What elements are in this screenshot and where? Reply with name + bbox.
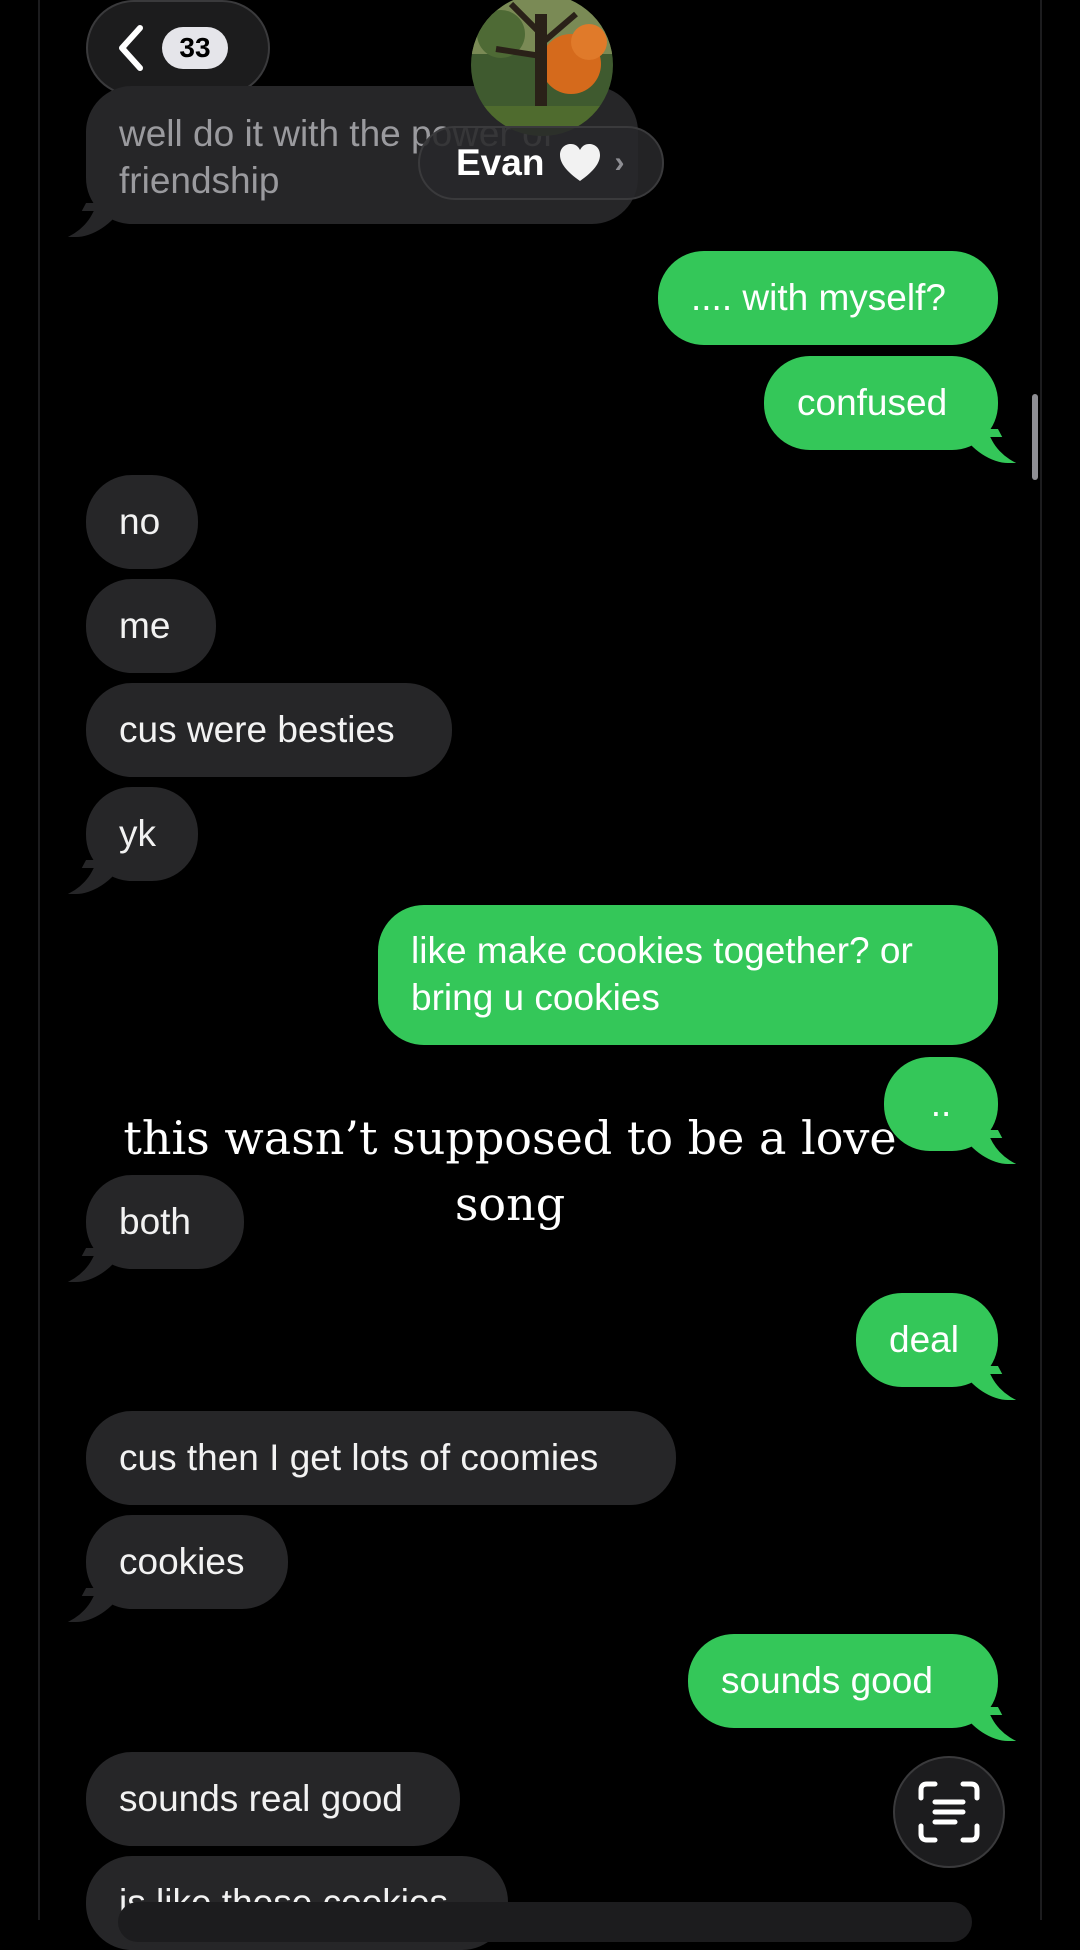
message-text: confused <box>797 382 948 423</box>
bottom-input-bar[interactable] <box>118 1902 972 1942</box>
overlay-caption: this wasn’t supposed to be a love song <box>123 1111 897 1231</box>
message-text: .... with myself? <box>691 277 946 318</box>
bubble-tail <box>959 1366 1017 1400</box>
bubble-tail <box>67 860 125 894</box>
live-text-icon <box>918 1781 980 1843</box>
bubble-tail <box>67 1248 125 1282</box>
message-text: cookies <box>119 1541 245 1582</box>
contact-avatar[interactable] <box>471 0 613 136</box>
message-incoming[interactable]: cus were besties <box>86 683 452 777</box>
message-outgoing[interactable]: .... with myself? <box>658 251 998 345</box>
white-heart-icon <box>560 144 601 181</box>
message-text: me <box>119 605 171 646</box>
contact-name-button[interactable]: Evan › <box>418 126 664 200</box>
message-text: no <box>119 501 161 542</box>
bubble-tail <box>959 1707 1017 1741</box>
message-incoming[interactable]: cus then I get lots of coomies <box>86 1411 676 1505</box>
chevron-right-icon: › <box>614 146 625 179</box>
message-incoming[interactable]: cookies <box>67 1515 288 1622</box>
unread-count-badge: 33 <box>162 27 228 69</box>
bubble-tail <box>67 203 125 237</box>
bubble-tail <box>67 1588 125 1622</box>
message-text: cus then I get lots of coomies <box>119 1437 599 1478</box>
message-incoming[interactable]: me <box>86 579 216 673</box>
message-outgoing[interactable]: deal <box>856 1293 1017 1400</box>
message-text: sounds real good <box>119 1778 403 1819</box>
message-outgoing[interactable]: like make cookies together? or bring u c… <box>378 905 998 1045</box>
message-text: like make cookies together? or bring u c… <box>411 930 913 1018</box>
message-text: sounds good <box>721 1660 933 1701</box>
left-frame-line <box>38 0 40 1920</box>
message-text: .. <box>930 1083 952 1124</box>
message-outgoing[interactable]: confused <box>764 356 1017 463</box>
bubble-tail <box>959 1130 1017 1164</box>
message-incoming[interactable]: no <box>86 475 198 569</box>
message-outgoing[interactable]: sounds good <box>688 1634 1017 1741</box>
scrollbar-thumb[interactable] <box>1032 394 1038 480</box>
message-text: cus were besties <box>119 709 395 750</box>
message-text: deal <box>889 1319 959 1360</box>
bubble-tail <box>959 429 1017 463</box>
message-incoming[interactable]: sounds real good <box>86 1752 460 1846</box>
chevron-left-icon <box>119 25 143 71</box>
live-text-button[interactable] <box>893 1756 1005 1868</box>
message-text: yk <box>119 813 156 854</box>
message-incoming[interactable]: yk <box>67 787 198 894</box>
right-frame-line <box>1040 0 1042 1920</box>
contact-name: Evan <box>456 142 545 183</box>
back-button[interactable]: 33 <box>86 0 270 96</box>
